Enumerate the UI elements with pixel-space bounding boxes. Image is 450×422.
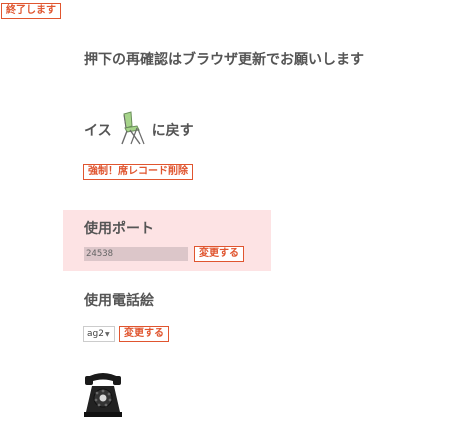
port-input[interactable] xyxy=(84,247,188,261)
return-to-chair-link[interactable]: イス に戻す xyxy=(84,108,194,146)
folding-chair-icon xyxy=(120,110,146,146)
phone-picture-title: 使用電話絵 xyxy=(84,293,154,309)
return-text-after: に戻す xyxy=(151,123,194,139)
chevron-down-icon: ▼ xyxy=(104,330,110,338)
return-text-before: イス xyxy=(84,123,112,139)
force-delete-seat-button[interactable]: 強制！席レコード削除 xyxy=(83,164,193,180)
port-title: 使用ポート xyxy=(84,221,154,237)
rotary-phone-icon xyxy=(84,368,122,418)
logout-button[interactable]: 終了します xyxy=(1,3,61,19)
port-change-button[interactable]: 変更する xyxy=(194,246,244,262)
phone-picture-select[interactable]: ag2 ▼ xyxy=(83,326,115,342)
phone-picture-change-button[interactable]: 変更する xyxy=(119,326,169,342)
refresh-notice: 押下の再確認はブラウザ更新でお願いします xyxy=(84,52,364,68)
phone-picture-selected-value: ag2 xyxy=(87,329,104,339)
